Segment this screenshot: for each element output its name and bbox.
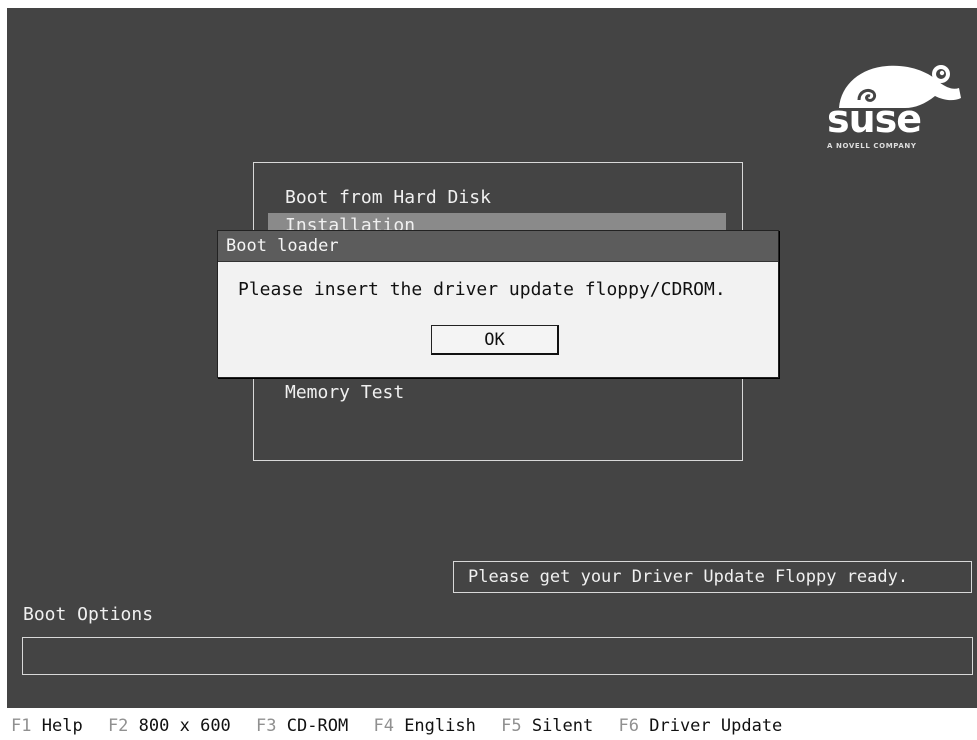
- fkey-help[interactable]: F1 Help: [11, 712, 83, 740]
- fkey-label: English: [404, 716, 476, 736]
- ok-button[interactable]: OK: [431, 325, 559, 355]
- fkey-splash[interactable]: F5 Silent: [501, 712, 593, 740]
- fkey-language[interactable]: F4 English: [373, 712, 475, 740]
- logo-brand: suse: [827, 97, 922, 141]
- fkey-driver-update[interactable]: F6 Driver Update: [619, 712, 783, 740]
- fkey-video-mode[interactable]: F2 800 x 600: [108, 712, 231, 740]
- fkey-label: CD-ROM: [286, 716, 349, 736]
- function-key-bar: F1 Help F2 800 x 600 F3 CD-ROM F4 Englis…: [11, 712, 797, 740]
- fkey-label: 800 x 600: [138, 716, 231, 736]
- fkey-label: Silent: [531, 716, 594, 736]
- fkey-source[interactable]: F3 CD-ROM: [256, 712, 348, 740]
- fkey-key: F3: [256, 716, 277, 736]
- boot-options-label: Boot Options: [23, 604, 154, 625]
- boot-options-input[interactable]: [22, 637, 973, 675]
- status-hint: Please get your Driver Update Floppy rea…: [453, 561, 972, 593]
- logo-tagline: A NOVELL COMPANY: [827, 142, 917, 150]
- menu-item-boot-from-hard-disk[interactable]: Boot from Hard Disk: [268, 185, 726, 211]
- suse-logo: suse A NOVELL COMPANY: [819, 52, 965, 162]
- fkey-key: F1: [11, 716, 32, 736]
- fkey-key: F2: [107, 716, 129, 736]
- fkey-label: Help: [41, 716, 83, 736]
- fkey-key: F4: [373, 716, 394, 736]
- dialog-message: Please insert the driver update floppy/C…: [238, 279, 726, 300]
- fkey-label: Driver Update: [649, 716, 783, 736]
- dialog-title: Boot loader: [218, 231, 778, 262]
- menu-item-memory-test[interactable]: Memory Test: [268, 380, 726, 406]
- fkey-key: F5: [501, 716, 522, 736]
- fkey-key: F6: [618, 716, 639, 736]
- boot-screen: suse A NOVELL COMPANY Boot from Hard Dis…: [7, 8, 977, 708]
- boot-loader-dialog: Boot loader Please insert the driver upd…: [217, 230, 779, 378]
